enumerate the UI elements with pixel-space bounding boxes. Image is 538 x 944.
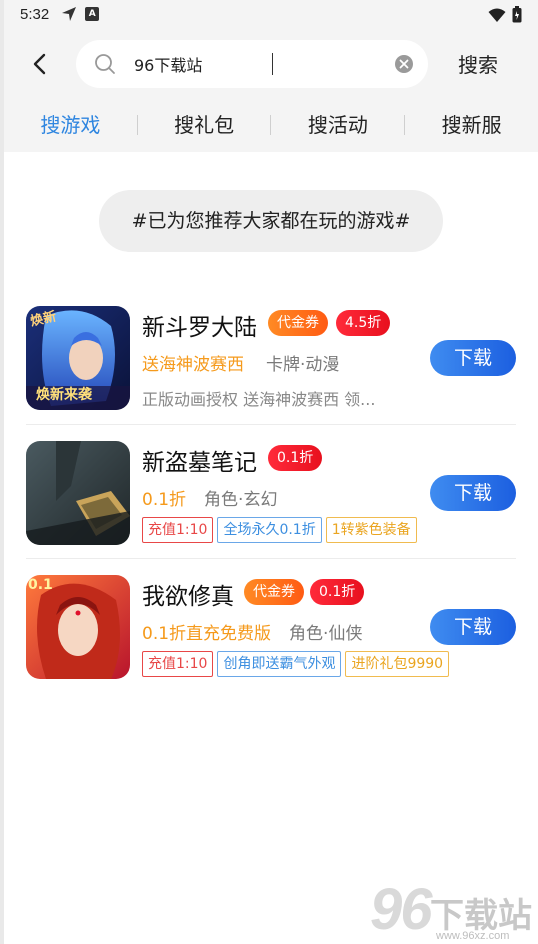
discount-badge: 0.1折 <box>268 445 323 471</box>
wifi-icon <box>488 8 506 22</box>
game-subline: 送海神波赛西 卡牌·动漫 <box>142 350 339 375</box>
tab-search-events[interactable]: 搜活动 <box>271 98 404 152</box>
battery-icon <box>512 6 522 23</box>
game-row-1[interactable]: 焕新 焕新来袭 新斗罗大陆 代金券 4.5折 送海神波赛西 卡牌·动漫 正版动画授… <box>4 306 538 436</box>
search-tabs: 搜游戏 搜礼包 搜活动 搜新服 <box>4 98 538 152</box>
game-category: 角色·玄幻 <box>204 490 278 510</box>
app-notification-icon: A <box>85 7 100 21</box>
game-highlight: 0.1折直充免费版 <box>142 624 272 644</box>
row-divider <box>26 424 516 425</box>
search-button[interactable]: 搜索 <box>448 48 508 78</box>
app-frame: 5:32 A 96下载站 搜索 搜游戏 搜礼包 搜活动 搜新服 #已为您推荐大家… <box>4 0 538 944</box>
site-watermark: 96 下载站 www.96xz.com <box>366 876 538 944</box>
row-divider <box>26 558 516 559</box>
discount-badge: 4.5折 <box>336 310 391 336</box>
game-highlight: 0.1折 <box>142 490 187 510</box>
game-subline: 0.1折直充免费版 角色·仙侠 <box>142 619 362 644</box>
watermark-url: www.96xz.com <box>436 930 510 942</box>
download-button[interactable]: 下载 <box>430 609 516 645</box>
game-tags: 充值1:10 全场永久0.1折 1转紫色装备 <box>142 517 417 543</box>
watermark-number: 96 <box>370 877 432 942</box>
status-indicators <box>488 6 522 23</box>
game-icon[interactable]: 0.1 <box>26 575 130 679</box>
game-icon[interactable]: 焕新 焕新来袭 <box>26 306 130 410</box>
game-description: 正版动画授权 送海神波赛西 领... <box>142 390 376 409</box>
icon-overlay-text: 焕新来袭 <box>36 387 92 403</box>
game-tags: 充值1:10 创角即送霸气外观 进阶礼包9990 <box>142 651 450 677</box>
back-arrow-icon[interactable] <box>26 50 54 78</box>
discount-badge: 0.1折 <box>310 579 365 605</box>
tab-search-games[interactable]: 搜游戏 <box>4 98 137 152</box>
search-input[interactable] <box>134 52 384 76</box>
game-name[interactable]: 新斗罗大陆 <box>142 308 257 342</box>
game-category: 角色·仙侠 <box>289 624 363 644</box>
search-header: 搜索 <box>4 28 538 98</box>
voucher-badge: 代金券 <box>268 310 328 336</box>
download-button[interactable]: 下载 <box>430 340 516 376</box>
voucher-badge: 代金券 <box>244 579 304 605</box>
download-button[interactable]: 下载 <box>430 475 516 511</box>
game-name[interactable]: 我欲修真 <box>142 577 234 611</box>
game-subline: 0.1折 角色·玄幻 <box>142 485 277 510</box>
text-caret <box>272 53 273 75</box>
tag-recharge: 充值1:10 <box>142 651 214 677</box>
icon-overlay-text: 0.1 <box>28 577 53 593</box>
game-highlight: 送海神波赛西 <box>142 355 244 375</box>
navigation-arrow-icon <box>62 7 77 21</box>
game-row-2[interactable]: 新盗墓笔记 0.1折 0.1折 角色·玄幻 充值1:10 全场永久0.1折 1转紫… <box>4 441 538 571</box>
tab-search-servers[interactable]: 搜新服 <box>405 98 538 152</box>
clear-icon[interactable] <box>394 54 414 74</box>
tag-equipment: 1转紫色装备 <box>325 517 417 543</box>
tab-search-gifts[interactable]: 搜礼包 <box>138 98 271 152</box>
search-icon <box>95 54 115 74</box>
game-category: 卡牌·动漫 <box>266 355 340 375</box>
tag-gift-pack: 进阶礼包9990 <box>345 651 450 677</box>
search-box[interactable] <box>76 40 428 88</box>
recommendation-banner: #已为您推荐大家都在玩的游戏# <box>99 190 443 252</box>
tag-recharge: 充值1:10 <box>142 517 214 543</box>
game-icon[interactable] <box>26 441 130 545</box>
game-name[interactable]: 新盗墓笔记 <box>142 443 257 477</box>
status-bar: 5:32 A <box>4 0 538 28</box>
tag-discount: 全场永久0.1折 <box>217 517 322 543</box>
game-row-3[interactable]: 0.1 我欲修真 代金券 0.1折 0.1折直充免费版 角色·仙侠 充值1:10 … <box>4 575 538 705</box>
status-time: 5:32 <box>20 5 50 23</box>
tag-appearance: 创角即送霸气外观 <box>217 651 342 677</box>
